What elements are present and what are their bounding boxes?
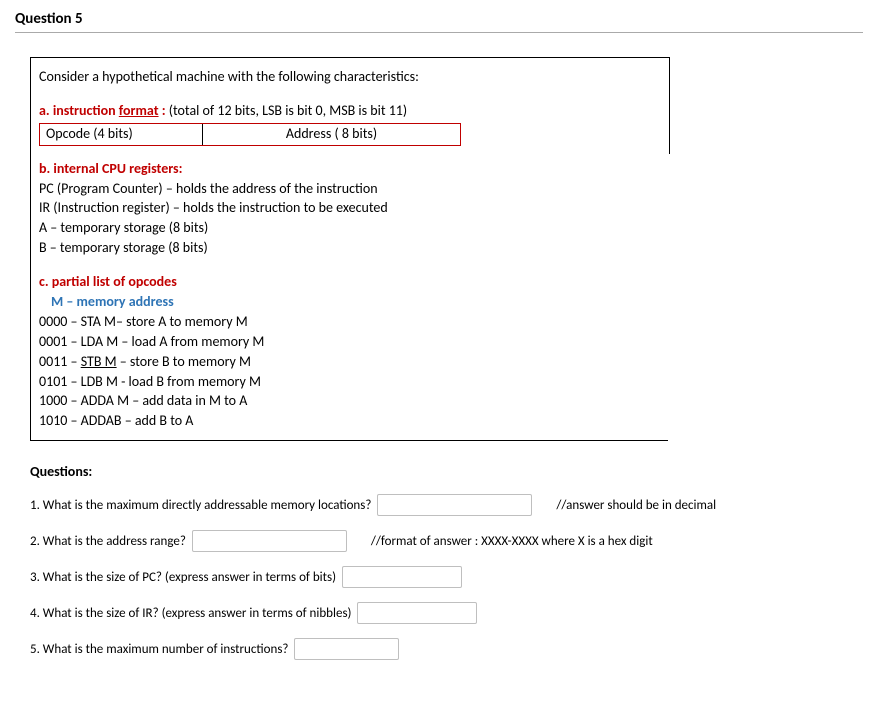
opcode-line: 1000 – ADDA M – add data in M to A xyxy=(39,392,661,411)
opcode-line: 1010 – ADDAB – add B to A xyxy=(39,412,661,431)
section-a-heading: a. instruction format : (total of 12 bit… xyxy=(39,102,661,121)
reg-line: B – temporary storage (8 bits) xyxy=(39,239,661,258)
q1-hint: //answer should be in decimal xyxy=(556,498,716,513)
question-number: Question 5 xyxy=(15,10,863,28)
q3-text: 3. What is the size of PC? (express answ… xyxy=(30,570,336,585)
section-b-heading: b. internal CPU registers: xyxy=(39,160,661,179)
divider xyxy=(15,32,863,33)
q5-input[interactable] xyxy=(294,638,399,660)
q2-input[interactable] xyxy=(192,530,347,552)
question-3: 3. What is the size of PC? (express answ… xyxy=(30,566,863,588)
reg-line: PC (Program Counter) – holds the address… xyxy=(39,180,661,199)
q2-hint: //format of answer : XXXX-XXXX where X i… xyxy=(371,534,653,549)
q4-input[interactable] xyxy=(357,602,477,624)
opcode-line: 0000 – STA M– store A to memory M xyxy=(39,313,661,332)
address-cell: Address ( 8 bits) xyxy=(203,124,460,145)
m-memory-line: M – memory address xyxy=(51,293,661,312)
format-word: format xyxy=(119,102,159,119)
instruction-format-table: Opcode (4 bits) Address ( 8 bits) xyxy=(39,123,461,146)
q5-text: 5. What is the maximum number of instruc… xyxy=(30,642,288,657)
q1-text: 1. What is the maximum directly addressa… xyxy=(30,498,371,513)
opcode-cell: Opcode (4 bits) xyxy=(40,124,203,145)
question-5: 5. What is the maximum number of instruc… xyxy=(30,638,863,660)
reg-line: IR (Instruction register) – holds the in… xyxy=(39,199,661,218)
opcode-line: 0101 – LDB M - load B from memory M xyxy=(39,373,661,392)
opcode-line: 0001 – LDA M – load A from memory M xyxy=(39,333,661,352)
spec-box: Consider a hypothetical machine with the… xyxy=(30,57,670,441)
question-1: 1. What is the maximum directly addressa… xyxy=(30,494,863,516)
colon: : xyxy=(159,102,169,119)
opcode-line: 0011 – STB M – store B to memory M xyxy=(39,353,661,372)
questions-title: Questions: xyxy=(30,463,863,480)
question-4: 4. What is the size of IR? (express answ… xyxy=(30,602,863,624)
questions-block: Questions: 1. What is the maximum direct… xyxy=(30,463,863,660)
q4-text: 4. What is the size of IR? (express answ… xyxy=(30,606,351,621)
q2-text: 2. What is the address range? xyxy=(30,534,186,549)
question-2: 2. What is the address range? //format o… xyxy=(30,530,863,552)
q1-input[interactable] xyxy=(377,494,532,516)
section-a-desc: (total of 12 bits, LSB is bit 0, MSB is … xyxy=(169,102,407,119)
intro-text: Consider a hypothetical machine with the… xyxy=(39,68,661,87)
reg-line: A – temporary storage (8 bits) xyxy=(39,219,661,238)
q3-input[interactable] xyxy=(342,566,462,588)
section-c-heading: c. partial list of opcodes xyxy=(39,273,661,292)
section-a-label: a. instruction xyxy=(39,102,119,119)
